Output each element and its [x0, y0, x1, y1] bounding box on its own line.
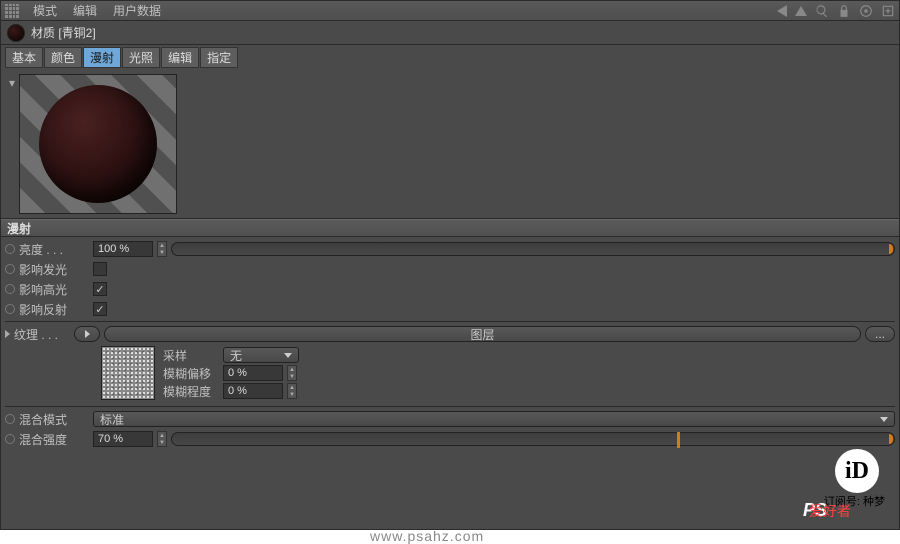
title-row: 材质 [青铜2] — [1, 21, 899, 45]
new-icon[interactable] — [881, 4, 895, 18]
mix-mode-dropdown[interactable]: 标准 — [93, 411, 895, 427]
watermark-site: www.psahz.com — [370, 528, 896, 540]
sample-value: 无 — [230, 347, 242, 364]
preview-sphere-icon — [39, 85, 157, 203]
anim-dot-mix-strength[interactable] — [5, 434, 15, 444]
menubar: 模式 编辑 用户数据 — [1, 1, 899, 21]
anim-dot-mix-mode[interactable] — [5, 414, 15, 424]
preview-caret-icon[interactable]: ▾ — [9, 76, 19, 90]
menu-mode[interactable]: 模式 — [25, 2, 65, 19]
target-icon[interactable] — [859, 4, 873, 18]
brightness-slider[interactable] — [171, 242, 895, 256]
app-grid-icon[interactable] — [5, 4, 19, 18]
affect-reflection-checkbox[interactable] — [93, 302, 107, 316]
affect-luminance-checkbox[interactable] — [93, 262, 107, 276]
lock-icon[interactable] — [837, 4, 851, 18]
tab-assign[interactable]: 指定 — [200, 47, 238, 68]
blur-offset-input[interactable] — [223, 365, 283, 381]
sample-dropdown[interactable]: 无 — [223, 347, 299, 363]
nav-up-icon[interactable] — [795, 6, 807, 16]
brightness-spinner[interactable]: ▲▼ — [157, 241, 167, 257]
section-header-diffuse: 漫射 — [1, 219, 899, 237]
mix-mode-value: 标准 — [100, 411, 124, 428]
sample-label: 采样 — [163, 347, 219, 364]
anim-dot-affect-specular[interactable] — [5, 284, 15, 294]
affect-luminance-label: 影响发光 — [19, 261, 89, 278]
menu-userdata[interactable]: 用户数据 — [105, 2, 169, 19]
mix-strength-spinner[interactable]: ▲▼ — [157, 431, 167, 447]
tab-diffuse[interactable]: 漫射 — [83, 47, 121, 68]
anim-dot-affect-reflection[interactable] — [5, 304, 15, 314]
blur-scale-spinner[interactable]: ▲▼ — [287, 383, 297, 399]
anim-dot-brightness[interactable] — [5, 244, 15, 254]
brightness-input[interactable] — [93, 241, 153, 257]
chevron-down-icon — [284, 353, 292, 358]
blur-offset-label: 模糊偏移 — [163, 365, 219, 382]
mix-strength-label: 混合强度 — [19, 431, 89, 448]
affect-specular-checkbox[interactable] — [93, 282, 107, 296]
mix-strength-slider[interactable] — [171, 432, 895, 446]
tabs: 基本 颜色 漫射 光照 编辑 指定 — [1, 45, 899, 70]
blur-scale-input[interactable] — [223, 383, 283, 399]
affect-reflection-label: 影响反射 — [19, 301, 89, 318]
menu-edit[interactable]: 编辑 — [65, 2, 105, 19]
texture-thumbnail[interactable] — [101, 346, 155, 400]
texture-layer-button[interactable]: 图层 — [104, 326, 861, 342]
mix-strength-input[interactable] — [93, 431, 153, 447]
preview-area: ▾ — [1, 70, 899, 219]
tab-editing[interactable]: 编辑 — [161, 47, 199, 68]
tab-basic[interactable]: 基本 — [5, 47, 43, 68]
tab-color[interactable]: 颜色 — [44, 47, 82, 68]
chevron-down-icon — [880, 417, 888, 422]
texture-label: 纹理 . . . — [14, 326, 70, 343]
texture-expand-icon[interactable] — [5, 330, 10, 338]
watermark-logo: iD — [835, 449, 879, 493]
anim-dot-affect-luminance[interactable] — [5, 264, 15, 274]
brightness-label: 亮度 . . . — [19, 241, 89, 258]
material-swatch-icon[interactable] — [7, 24, 25, 42]
watermark-ah: 爱好者 — [809, 501, 851, 521]
texture-play-button[interactable] — [74, 326, 100, 342]
nav-back-icon[interactable] — [777, 5, 787, 17]
tab-luminance[interactable]: 光照 — [122, 47, 160, 68]
mix-mode-label: 混合模式 — [19, 411, 89, 428]
blur-scale-label: 模糊程度 — [163, 383, 219, 400]
material-title: 材质 [青铜2] — [31, 24, 96, 41]
affect-specular-label: 影响高光 — [19, 281, 89, 298]
blur-offset-spinner[interactable]: ▲▼ — [287, 365, 297, 381]
texture-browse-button[interactable]: ... — [865, 326, 895, 342]
search-icon[interactable] — [815, 4, 829, 18]
diffuse-params: 亮度 . . . ▲▼ 影响发光 影响高光 影响反射 纹理 . . . — [1, 237, 899, 451]
material-preview[interactable] — [19, 74, 177, 214]
